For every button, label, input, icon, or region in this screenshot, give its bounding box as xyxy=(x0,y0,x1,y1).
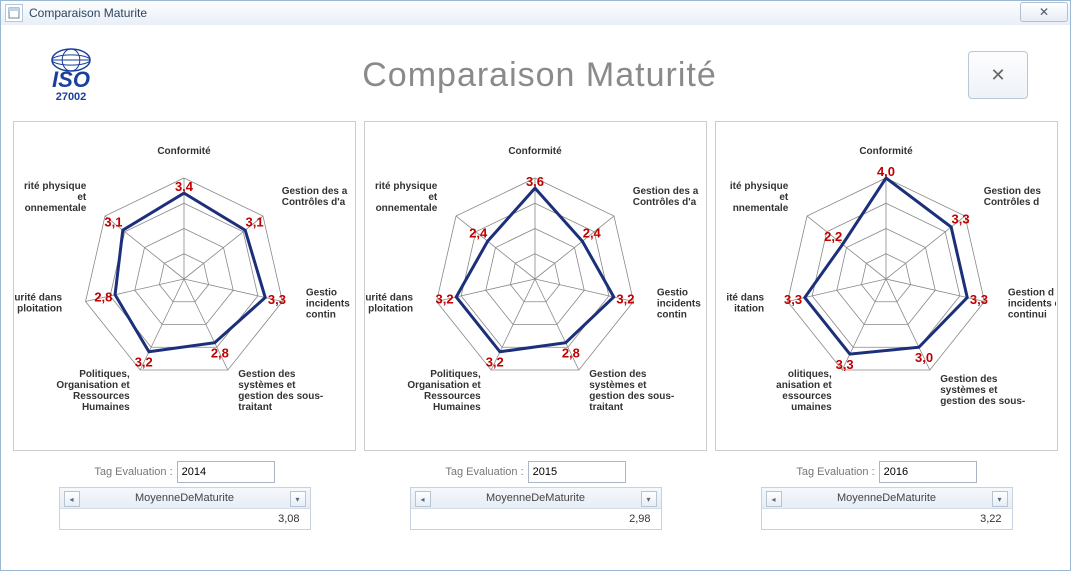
svg-text:urité dansploitation: urité dansploitation xyxy=(14,292,62,314)
svg-text:ité dansitation: ité dansitation xyxy=(726,292,764,314)
svg-text:3,3: 3,3 xyxy=(970,292,988,307)
svg-text:3,1: 3,1 xyxy=(246,215,264,230)
metric-header[interactable]: ◂ MoyenneDeMaturite ▾ xyxy=(60,488,310,509)
svg-text:Gestion dessystèmes etgestion: Gestion dessystèmes etgestion des sous- xyxy=(940,374,1025,407)
svg-text:urité dansploitation: urité dansploitation xyxy=(365,292,413,314)
footer-row: Tag Evaluation : ◂ MoyenneDeMaturite ▾ 3… xyxy=(13,461,1058,530)
window-title: Comparaison Maturite xyxy=(29,6,147,20)
svg-text:3,4: 3,4 xyxy=(175,179,194,194)
close-icon: ✕ xyxy=(990,65,1005,86)
chevron-left-icon[interactable]: ◂ xyxy=(64,491,80,507)
svg-text:2,4: 2,4 xyxy=(583,226,602,241)
svg-text:2,2: 2,2 xyxy=(824,229,842,244)
metric-value-1: 3,08 xyxy=(60,509,310,529)
chevron-down-icon[interactable]: ▾ xyxy=(290,491,306,507)
svg-text:3,0: 3,0 xyxy=(915,350,933,365)
page-title: Comparaison Maturité xyxy=(111,56,968,95)
svg-text:Gestion desContrôles d: Gestion desContrôles d xyxy=(984,186,1042,208)
svg-text:rité physiqueetonnementale: rité physiqueetonnementale xyxy=(24,181,87,214)
footer-col-1: Tag Evaluation : ◂ MoyenneDeMaturite ▾ 3… xyxy=(13,461,356,530)
metric-header[interactable]: ◂ MoyenneDeMaturite ▾ xyxy=(762,488,1012,509)
svg-text:olitiques,anisation etessource: olitiques,anisation etessourcesumaines xyxy=(776,369,832,413)
chevron-left-icon[interactable]: ◂ xyxy=(415,491,431,507)
form-icon xyxy=(5,4,23,22)
metric-box-2: ◂ MoyenneDeMaturite ▾ 2,98 xyxy=(410,487,662,530)
svg-text:3,1: 3,1 xyxy=(104,215,122,230)
svg-text:3,3: 3,3 xyxy=(268,292,286,307)
svg-text:2,8: 2,8 xyxy=(94,289,112,304)
svg-text:3,3: 3,3 xyxy=(784,292,802,307)
svg-text:3,6: 3,6 xyxy=(526,174,544,189)
tag-input-1[interactable] xyxy=(177,461,275,483)
tag-input-3[interactable] xyxy=(879,461,977,483)
logo-number: 27002 xyxy=(56,91,87,103)
svg-text:Gestioincidentscontin: Gestioincidentscontin xyxy=(306,287,350,320)
svg-text:Conformité: Conformité xyxy=(859,146,913,157)
svg-text:Politiques,Organisation etRess: Politiques,Organisation etRessourcesHuma… xyxy=(56,369,130,413)
metric-header[interactable]: ◂ MoyenneDeMaturite ▾ xyxy=(411,488,661,509)
tag-label: Tag Evaluation : xyxy=(94,466,172,478)
svg-text:3,2: 3,2 xyxy=(135,355,153,370)
svg-text:Gestioincidentscontin: Gestioincidentscontin xyxy=(657,287,701,320)
tag-input-2[interactable] xyxy=(528,461,626,483)
svg-text:Politiques,Organisation etRess: Politiques,Organisation etRessourcesHuma… xyxy=(407,369,481,413)
svg-text:4,0: 4,0 xyxy=(877,164,895,179)
svg-text:2,8: 2,8 xyxy=(211,346,229,361)
svg-text:rité physiqueetonnementale: rité physiqueetonnementale xyxy=(375,181,438,214)
radar-panel-3: 4,0 3,3 3,3 3,0 3,3 3,3 2,2 Conformité Gestion d… xyxy=(715,121,1058,451)
svg-text:Gestion dessystèmes etgestion: Gestion dessystèmes etgestion des sous-t… xyxy=(589,369,674,413)
svg-text:Conformité: Conformité xyxy=(508,146,562,157)
chevron-down-icon[interactable]: ▾ xyxy=(992,491,1008,507)
window-close-button[interactable]: ✕ xyxy=(1020,2,1068,22)
iso-logo: ISO 27002 xyxy=(31,40,111,110)
svg-text:Gestion des aContrôles d'a: Gestion des aContrôles d'a xyxy=(282,186,348,208)
footer-col-2: Tag Evaluation : ◂ MoyenneDeMaturite ▾ 2… xyxy=(364,461,707,530)
svg-text:2,8: 2,8 xyxy=(562,346,580,361)
svg-text:Gestion des aContrôles d'a: Gestion des aContrôles d'a xyxy=(633,186,699,208)
svg-text:Gestion dessystèmes etgestion: Gestion dessystèmes etgestion des sous-t… xyxy=(238,369,323,413)
metric-value-2: 2,98 xyxy=(411,509,661,529)
svg-text:3,2: 3,2 xyxy=(435,292,453,307)
svg-text:3,3: 3,3 xyxy=(951,212,969,227)
header: ISO 27002 Comparaison Maturité ✕ xyxy=(13,35,1058,115)
metric-value-3: 3,22 xyxy=(762,509,1012,529)
svg-text:ité physiqueetnnementale: ité physiqueetnnementale xyxy=(730,181,789,214)
svg-text:2,4: 2,4 xyxy=(469,226,488,241)
svg-text:Gestion dincidents etcontinui: Gestion dincidents etcontinui xyxy=(1008,287,1056,320)
svg-text:3,2: 3,2 xyxy=(486,355,504,370)
form-body: ISO 27002 Comparaison Maturité ✕ 3,43,13… xyxy=(1,25,1070,570)
svg-text:3,2: 3,2 xyxy=(616,292,634,307)
svg-text:3,3: 3,3 xyxy=(836,357,854,372)
svg-text:Conformité: Conformité xyxy=(157,146,211,157)
metric-name: MoyenneDeMaturite xyxy=(768,492,1006,504)
titlebar: Comparaison Maturite ✕ xyxy=(1,1,1070,26)
metric-name: MoyenneDeMaturite xyxy=(417,492,655,504)
metric-name: MoyenneDeMaturite xyxy=(66,492,304,504)
logo-text: ISO xyxy=(52,71,90,89)
metric-box-1: ◂ MoyenneDeMaturite ▾ 3,08 xyxy=(59,487,311,530)
chevron-left-icon[interactable]: ◂ xyxy=(766,491,782,507)
radar-panel-2: 3,6 2,4 3,2 2,8 3,2 3,2 2,4 Conformité Gestion d… xyxy=(364,121,707,451)
chevron-down-icon[interactable]: ▾ xyxy=(641,491,657,507)
metric-box-3: ◂ MoyenneDeMaturite ▾ 3,22 xyxy=(761,487,1013,530)
close-icon: ✕ xyxy=(1039,5,1049,19)
footer-col-3: Tag Evaluation : ◂ MoyenneDeMaturite ▾ 3… xyxy=(715,461,1058,530)
tag-label: Tag Evaluation : xyxy=(445,466,523,478)
tag-label: Tag Evaluation : xyxy=(796,466,874,478)
radar-panel-1: 3,4 3,1 3,3 2,8 3,2 2,8 3,1 Conformité Gestion d… xyxy=(13,121,356,451)
app-window: Comparaison Maturite ✕ ISO 27002 Compara… xyxy=(0,0,1071,571)
form-close-button[interactable]: ✕ xyxy=(968,51,1028,99)
charts-row: 3,4 3,1 3,3 2,8 3,2 2,8 3,1 Conformité Gestion d… xyxy=(13,121,1058,451)
